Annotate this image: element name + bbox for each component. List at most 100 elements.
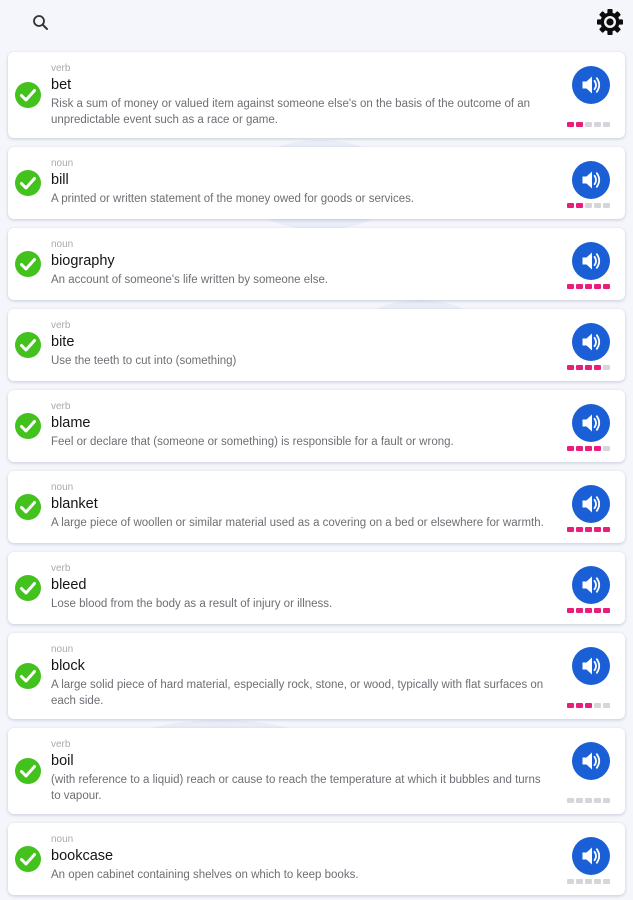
progress-dot xyxy=(603,122,610,127)
progress-dot xyxy=(594,122,601,127)
word-card-bite[interactable]: verb bite Use the teeth to cut into (som… xyxy=(8,309,625,381)
progress-dot xyxy=(567,284,574,289)
check-circle-icon xyxy=(15,170,41,196)
part-of-speech: verb xyxy=(51,401,71,412)
progress-dot xyxy=(603,798,610,803)
part-of-speech: verb xyxy=(51,563,71,574)
word-definition: Use the teeth to cut into (something) xyxy=(51,355,237,367)
learning-progress xyxy=(567,284,610,289)
word-title: block xyxy=(51,658,85,674)
progress-dot xyxy=(567,365,574,370)
word-definition: (with reference to a liquid) reach or ca… xyxy=(51,774,541,802)
learning-progress xyxy=(567,703,610,708)
part-of-speech: noun xyxy=(51,482,74,493)
part-of-speech: verb xyxy=(51,63,71,74)
word-title: bite xyxy=(51,334,75,350)
check-circle-icon xyxy=(15,332,41,358)
word-card-boil[interactable]: verb boil (with reference to a liquid) r… xyxy=(8,728,625,814)
play-audio-button[interactable] xyxy=(572,566,610,604)
progress-dot xyxy=(576,203,583,208)
learning-progress xyxy=(567,446,610,451)
progress-dot xyxy=(594,365,601,370)
word-definition: A large piece of woollen or similar mate… xyxy=(51,517,544,529)
search-icon xyxy=(33,15,48,30)
speaker-icon xyxy=(572,742,610,780)
play-audio-button[interactable] xyxy=(572,647,610,685)
speaker-icon xyxy=(572,66,610,104)
progress-dot xyxy=(594,608,601,613)
progress-dot xyxy=(576,365,583,370)
progress-dot xyxy=(594,527,601,532)
word-card-biography[interactable]: noun biography An account of someone's l… xyxy=(8,228,625,300)
word-title: bookcase xyxy=(51,848,114,864)
progress-dot xyxy=(594,203,601,208)
play-audio-button[interactable] xyxy=(572,485,610,523)
play-audio-button[interactable] xyxy=(572,742,610,780)
word-title: bet xyxy=(51,77,72,93)
progress-dot xyxy=(603,527,610,532)
gear-icon xyxy=(597,9,623,35)
progress-dot xyxy=(567,203,574,208)
word-card-block[interactable]: noun block A large solid piece of hard m… xyxy=(8,633,625,719)
word-card-blanket[interactable]: noun blanket A large piece of woollen or… xyxy=(8,471,625,543)
word-definition: A large solid piece of hard material, es… xyxy=(51,679,544,707)
progress-dot xyxy=(567,703,574,708)
part-of-speech: noun xyxy=(51,158,74,169)
word-card-bookcase[interactable]: noun bookcase An open cabinet containing… xyxy=(8,823,625,895)
play-audio-button[interactable] xyxy=(572,404,610,442)
progress-dot xyxy=(567,446,574,451)
speaker-icon xyxy=(572,161,610,199)
progress-dot xyxy=(567,798,574,803)
progress-dot xyxy=(567,527,574,532)
word-title: boil xyxy=(51,753,74,769)
progress-dot xyxy=(585,527,592,532)
learning-progress xyxy=(567,879,610,884)
progress-dot xyxy=(585,365,592,370)
settings-button[interactable] xyxy=(595,7,625,37)
word-definition: An open cabinet containing shelves on wh… xyxy=(51,869,359,881)
word-card-bill[interactable]: noun bill A printed or written statement… xyxy=(8,147,625,219)
progress-dot xyxy=(594,703,601,708)
word-definition: A printed or written statement of the mo… xyxy=(51,193,415,205)
part-of-speech: noun xyxy=(51,644,74,655)
progress-dot xyxy=(603,446,610,451)
progress-dot xyxy=(603,703,610,708)
check-circle-icon xyxy=(15,494,41,520)
speaker-icon xyxy=(572,323,610,361)
progress-dot xyxy=(567,879,574,884)
check-circle-icon xyxy=(15,846,41,872)
progress-dot xyxy=(576,122,583,127)
word-card-bet[interactable]: verb bet Risk a sum of money or valued i… xyxy=(8,52,625,138)
play-audio-button[interactable] xyxy=(572,323,610,361)
progress-dot xyxy=(585,798,592,803)
speaker-icon xyxy=(572,404,610,442)
progress-dot xyxy=(585,203,592,208)
play-audio-button[interactable] xyxy=(572,66,610,104)
learning-progress xyxy=(567,203,610,208)
check-circle-icon xyxy=(15,251,41,277)
progress-dot xyxy=(603,879,610,884)
speaker-icon xyxy=(572,647,610,685)
play-audio-button[interactable] xyxy=(572,837,610,875)
progress-dot xyxy=(585,879,592,884)
word-card-blame[interactable]: verb blame Feel or declare that (someone… xyxy=(8,390,625,462)
progress-dot xyxy=(576,284,583,289)
word-title: blanket xyxy=(51,496,98,512)
word-card-bleed[interactable]: verb bleed Lose blood from the body as a… xyxy=(8,552,625,624)
speaker-icon xyxy=(572,485,610,523)
progress-dot xyxy=(567,608,574,613)
progress-dot xyxy=(576,527,583,532)
progress-dot xyxy=(576,608,583,613)
play-audio-button[interactable] xyxy=(572,161,610,199)
part-of-speech: verb xyxy=(51,320,71,331)
search-button[interactable] xyxy=(30,12,52,34)
progress-dot xyxy=(585,703,592,708)
progress-dot xyxy=(576,703,583,708)
progress-dot xyxy=(576,798,583,803)
word-title: blame xyxy=(51,415,91,431)
speaker-icon xyxy=(572,566,610,604)
progress-dot xyxy=(585,284,592,289)
play-audio-button[interactable] xyxy=(572,242,610,280)
learning-progress xyxy=(567,798,610,803)
learning-progress xyxy=(567,608,610,613)
